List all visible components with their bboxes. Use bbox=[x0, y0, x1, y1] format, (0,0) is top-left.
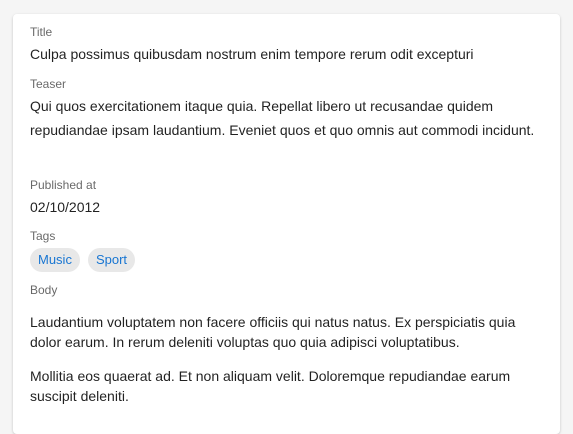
title-value: Culpa possimus quibusdam nostrum enim te… bbox=[30, 46, 474, 62]
record-show-card: Title Culpa possimus quibusdam nostrum e… bbox=[13, 14, 560, 434]
body-paragraph: Laudantium voluptatem non facere officii… bbox=[30, 314, 516, 350]
tags-field: Tags Music Sport bbox=[30, 228, 543, 272]
body-value: Laudantium voluptatem non facere officii… bbox=[30, 312, 543, 406]
published-at-label: Published at bbox=[30, 178, 97, 192]
tag-chip-music[interactable]: Music bbox=[30, 248, 80, 272]
title-field: Title Culpa possimus quibusdam nostrum e… bbox=[30, 24, 543, 66]
body-label: Body bbox=[30, 283, 58, 297]
teaser-field: Teaser Qui quos exercitationem itaque qu… bbox=[30, 76, 543, 142]
body-paragraph: Mollitia eos quaerat ad. Et non aliquam … bbox=[30, 368, 511, 404]
teaser-value: Qui quos exercitationem itaque quia. Rep… bbox=[30, 98, 535, 138]
teaser-label: Teaser bbox=[30, 77, 67, 91]
published-at-value: 02/10/2012 bbox=[30, 199, 101, 215]
title-label: Title bbox=[30, 25, 53, 39]
tag-chip-sport[interactable]: Sport bbox=[87, 248, 136, 272]
tags-label: Tags bbox=[30, 229, 56, 243]
tags-chip-list: Music Sport bbox=[30, 248, 543, 272]
published-at-field: Published at 02/10/2012 bbox=[30, 177, 543, 219]
body-field: Body Laudantium voluptatem non facere of… bbox=[30, 282, 543, 406]
